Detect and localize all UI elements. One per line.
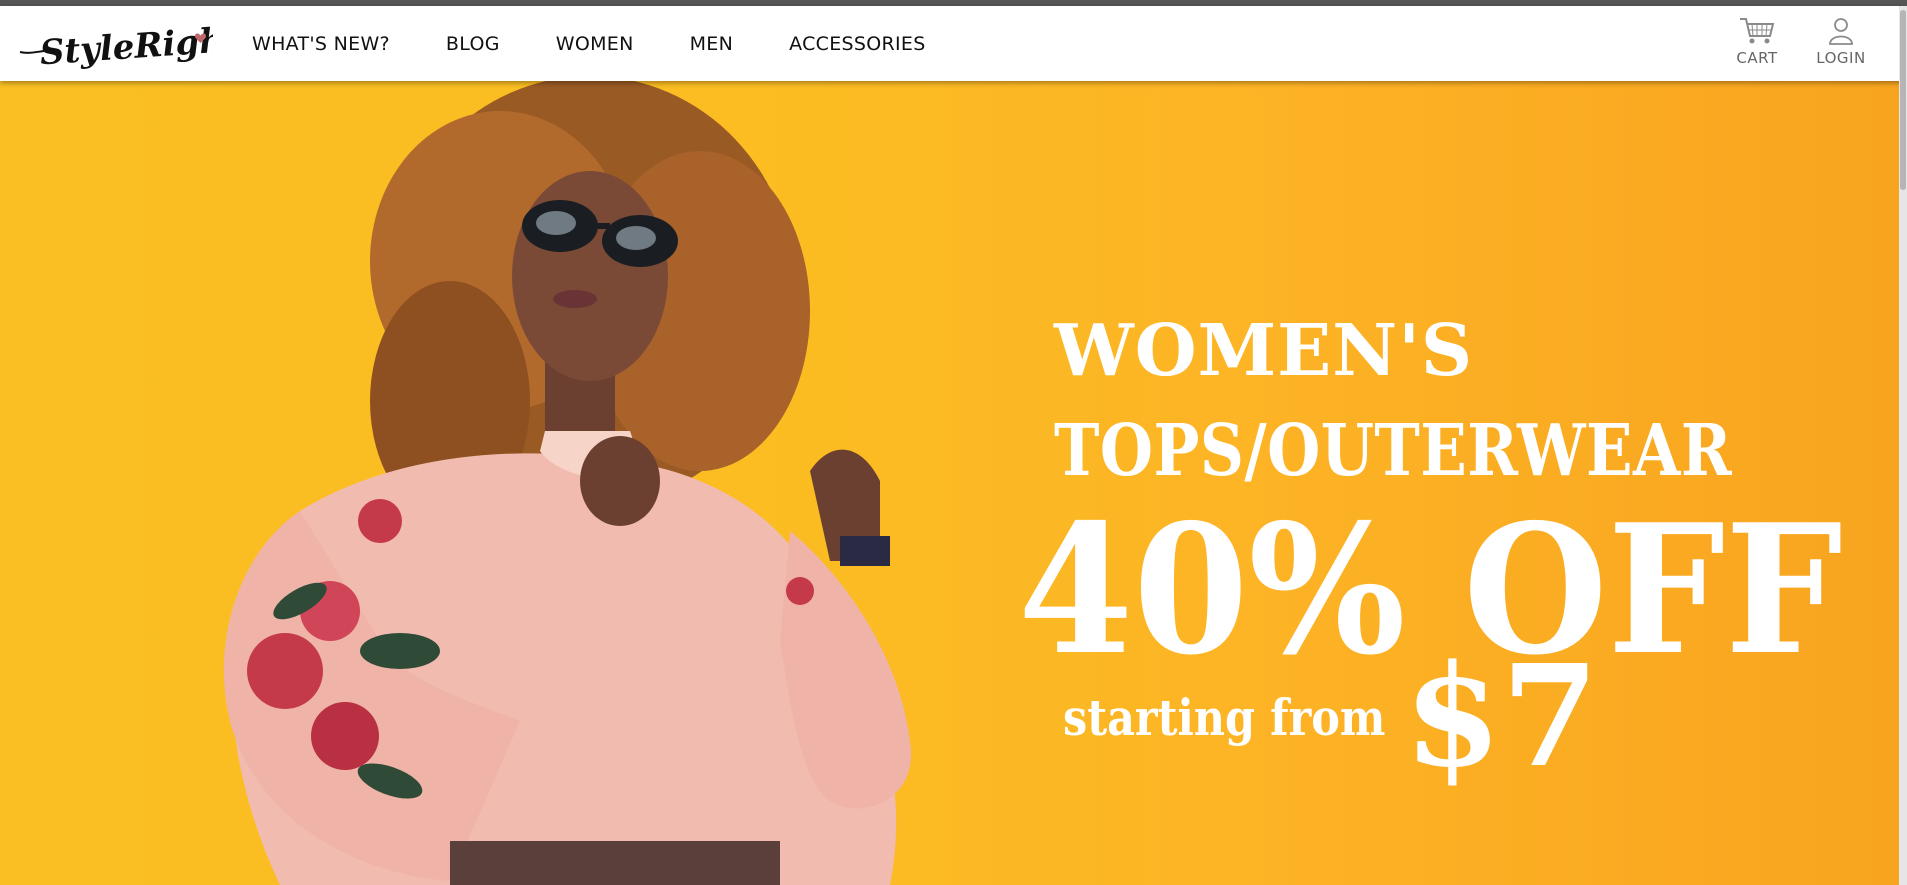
stylright-logo-icon: StyleRight — [19, 20, 241, 74]
hero-banner[interactable]: WOMEN'S TOPS/OUTERWEAR 40% OFF starting … — [0, 81, 1899, 885]
promo-starting-text: starting from — [1063, 688, 1386, 747]
scrollbar-thumb[interactable] — [1900, 10, 1906, 190]
cart-button[interactable]: CART — [1733, 16, 1781, 76]
model-photo — [223, 81, 912, 885]
user-icon — [1829, 18, 1853, 45]
promo-headline-category: TOPS/OUTERWEAR — [1054, 408, 1733, 492]
promo-price: $7 — [1404, 635, 1599, 799]
nav-blog[interactable]: BLOG — [446, 33, 500, 55]
cart-label: CART — [1736, 49, 1778, 67]
login-button[interactable]: LOGIN — [1812, 16, 1870, 76]
nav-men[interactable]: MEN — [690, 33, 734, 55]
nav-women[interactable]: WOMEN — [556, 33, 634, 55]
page-scrollbar[interactable] — [1899, 6, 1907, 885]
promo-headline-women: WOMEN'S — [1054, 308, 1474, 392]
brand-logo[interactable]: StyleRight — [18, 16, 241, 76]
main-menu: WHAT'S NEW? BLOG WOMEN MEN ACCESSORIES — [252, 6, 926, 81]
login-label: LOGIN — [1816, 49, 1866, 67]
cart-icon — [1740, 18, 1775, 44]
nav-whats-new[interactable]: WHAT'S NEW? — [252, 33, 390, 55]
nav-accessories[interactable]: ACCESSORIES — [789, 33, 925, 55]
top-navigation-bar: StyleRight WHAT'S NEW? BLOG WOMEN MEN AC… — [0, 6, 1907, 81]
svg-text:StyleRight: StyleRight — [39, 20, 213, 74]
